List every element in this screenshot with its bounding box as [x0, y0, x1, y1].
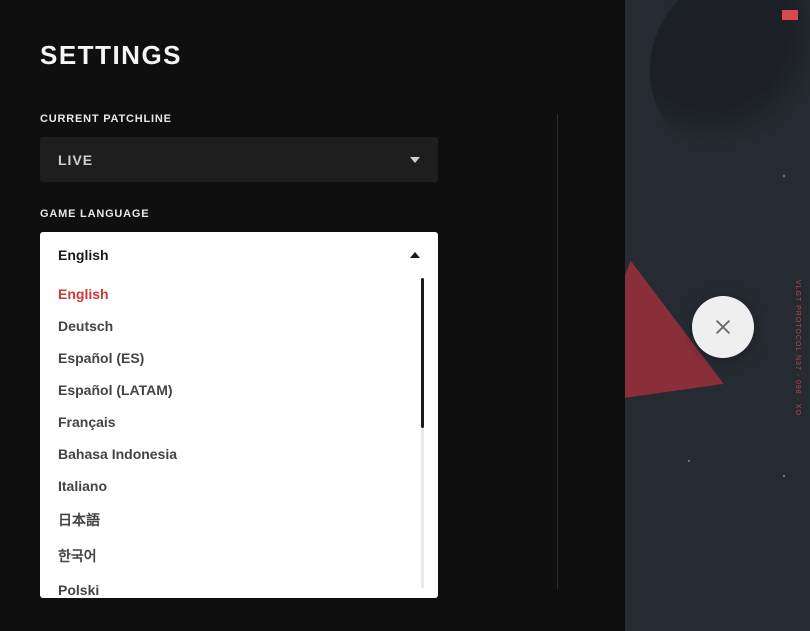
language-select[interactable]: English EnglishDeutschEspañol (ES)Españo… — [40, 232, 438, 598]
patchline-select[interactable]: LIVE — [40, 137, 438, 182]
scrollbar[interactable] — [421, 278, 424, 598]
language-label: GAME LANGUAGE — [40, 208, 585, 220]
language-options-wrap: EnglishDeutschEspañol (ES)Español (LATAM… — [40, 278, 438, 598]
background-side-text: VLGT PROTOCOL N37 - 098 - XO — [788, 280, 802, 416]
caret-down-icon — [410, 157, 420, 163]
background-dot — [783, 175, 785, 177]
background-dot — [688, 460, 690, 462]
language-option[interactable]: Français — [40, 406, 416, 438]
scrollbar-thumb[interactable] — [421, 278, 424, 428]
close-button[interactable] — [692, 296, 754, 358]
language-option[interactable]: 한국어 — [40, 538, 416, 574]
language-selected-value: English — [58, 247, 109, 263]
caret-up-icon — [410, 252, 420, 258]
background-swoosh — [650, 0, 810, 170]
settings-panel: SETTINGS CURRENT PATCHLINE LIVE GAME LAN… — [0, 0, 625, 631]
language-option[interactable]: 日本語 — [40, 502, 416, 538]
language-option[interactable]: Polski — [40, 574, 416, 598]
patchline-value: LIVE — [58, 152, 93, 168]
language-options-list[interactable]: EnglishDeutschEspañol (ES)Español (LATAM… — [40, 278, 416, 598]
patchline-label: CURRENT PATCHLINE — [40, 113, 585, 125]
close-icon — [713, 317, 733, 337]
background-tag-icon — [782, 10, 798, 20]
language-option[interactable]: Deutsch — [40, 310, 416, 342]
language-select-header[interactable]: English — [40, 232, 438, 278]
language-option[interactable]: Italiano — [40, 470, 416, 502]
page-title: SETTINGS — [40, 40, 585, 71]
background-dot — [783, 475, 785, 477]
vertical-divider — [557, 114, 558, 589]
language-option[interactable]: Bahasa Indonesia — [40, 438, 416, 470]
language-option[interactable]: Español (LATAM) — [40, 374, 416, 406]
language-option[interactable]: English — [40, 278, 416, 310]
language-option[interactable]: Español (ES) — [40, 342, 416, 374]
